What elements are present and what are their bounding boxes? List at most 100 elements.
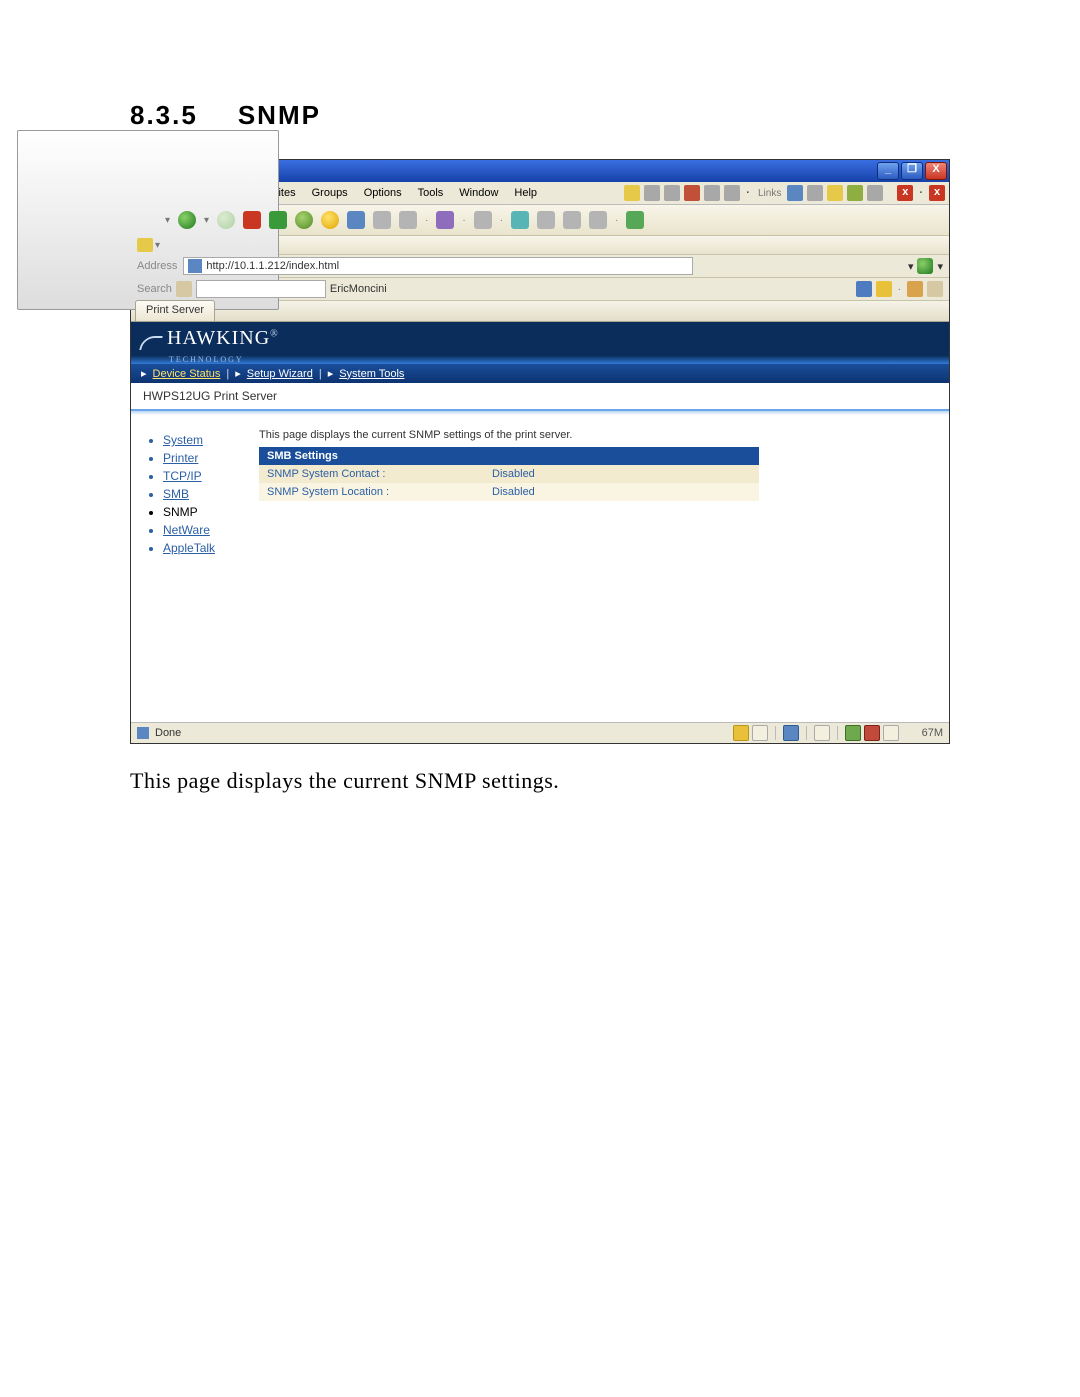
brand-wing-icon [141, 332, 163, 354]
minimize-button[interactable]: _ [877, 162, 899, 180]
close-button[interactable]: X [925, 162, 947, 180]
search-option-icon-1[interactable] [856, 281, 872, 297]
address-dropdown[interactable]: ▾ [908, 260, 914, 273]
menu-window[interactable]: Window [452, 185, 505, 201]
tray-icon-5[interactable] [845, 725, 861, 741]
mail-dropdown[interactable]: ▾ [153, 240, 162, 251]
menubar-links-label[interactable]: Links [756, 188, 783, 199]
setting-label-contact: SNMP System Contact : [259, 465, 484, 483]
tray-sep [806, 726, 807, 740]
settings-table-header: SMB Settings [259, 447, 759, 465]
breadcrumb-bullet: ▸ [235, 367, 241, 380]
menubar-tab-close-all-button[interactable]: x [929, 185, 945, 201]
tray-icon-3[interactable] [783, 725, 799, 741]
menubar-plugin-icon-6[interactable] [724, 185, 740, 201]
address-url: http://10.1.1.212/index.html [206, 260, 339, 272]
search-label: Search [137, 283, 172, 295]
toolbar-icon-7[interactable] [535, 209, 557, 231]
home-button[interactable] [293, 209, 315, 231]
tray-icon-1[interactable] [733, 725, 749, 741]
settings-panel: This page displays the current SNMP sett… [259, 429, 937, 559]
menubar-plugin-icon-2[interactable] [644, 185, 660, 201]
tray-icon-7[interactable] [883, 725, 899, 741]
breadcrumb-system-tools[interactable]: System Tools [339, 368, 404, 380]
menubar-link-icon-4[interactable] [847, 185, 863, 201]
section-title: SNMP [238, 100, 321, 130]
toolbar-icon-3[interactable] [397, 209, 419, 231]
breadcrumb-bullet: ▸ [328, 367, 334, 380]
search-input[interactable] [196, 280, 326, 298]
toolbar-icon-6[interactable] [509, 209, 531, 231]
breadcrumb-bullet: ▸ [141, 367, 147, 380]
tray-sep [775, 726, 776, 740]
back-button[interactable] [176, 209, 198, 231]
tray-icon-2[interactable] [752, 725, 768, 741]
menu-groups[interactable]: Groups [305, 185, 355, 201]
search-option-icon-2[interactable] [876, 281, 892, 297]
menubar-link-icon-3[interactable] [827, 185, 843, 201]
sidebar: System Printer TCP/IP SMB SNMP NetWare A… [143, 429, 253, 559]
menubar-plugin-icon-5[interactable] [704, 185, 720, 201]
menubar-tab-close-button[interactable]: x [897, 185, 913, 201]
sidebar-item-tcpip[interactable]: TCP/IP [163, 469, 253, 483]
menubar-link-icon-5[interactable] [867, 185, 883, 201]
toolbar-icon-2[interactable] [371, 209, 393, 231]
tab-print-server[interactable]: Print Server [135, 300, 215, 321]
breadcrumb-sep: | [319, 368, 322, 380]
favorites-button[interactable] [319, 209, 341, 231]
breadcrumb-device-status[interactable]: Device Status [153, 368, 221, 380]
brand-logo: HAWKING® TECHNOLOGY [141, 327, 279, 359]
menubar-link-icon-1[interactable] [787, 185, 803, 201]
tray-icon-4[interactable] [814, 725, 830, 741]
toolbar-icon-5[interactable] [472, 209, 494, 231]
go-dropdown[interactable]: ▾ [937, 260, 943, 273]
back-dropdown[interactable]: ▾ [202, 215, 211, 226]
search-handle: EricMoncini [330, 283, 387, 295]
document-caption: This page displays the current SNMP sett… [130, 768, 950, 794]
maximize-button[interactable]: ❐ [901, 162, 923, 180]
menubar-link-icon-2[interactable] [807, 185, 823, 201]
sidebar-item-netware[interactable]: NetWare [163, 523, 253, 537]
statusbar-number: 67M [902, 727, 943, 739]
search-option-icon-4[interactable] [927, 281, 943, 297]
search-option-icon-3[interactable] [907, 281, 923, 297]
statusbar: Done 67M [131, 722, 949, 743]
toolbar-dropdown-1[interactable]: ▾ [163, 215, 172, 226]
sidebar-item-system[interactable]: System [163, 433, 253, 447]
go-button[interactable] [917, 258, 933, 274]
toolbar-icon-8[interactable] [561, 209, 583, 231]
menu-help[interactable]: Help [507, 185, 544, 201]
tray-icon-6[interactable] [864, 725, 880, 741]
addressbar: Address http://10.1.1.212/index.html ▾ ▾ [131, 255, 949, 278]
forward-button[interactable] [215, 209, 237, 231]
stop-button[interactable] [241, 209, 263, 231]
breadcrumb-setup-wizard[interactable]: Setup Wizard [247, 368, 313, 380]
settings-table: SMB Settings SNMP System Contact : Disab… [259, 447, 759, 501]
toolbar-icon-9[interactable] [587, 209, 609, 231]
sidebar-item-appletalk[interactable]: AppleTalk [163, 541, 253, 555]
menu-tools[interactable]: Tools [411, 185, 451, 201]
new-tab-button[interactable] [137, 209, 159, 231]
statusbar-favicon-icon [137, 727, 149, 739]
address-input[interactable]: http://10.1.1.212/index.html [183, 257, 693, 275]
sidebar-item-smb[interactable]: SMB [163, 487, 253, 501]
refresh-button[interactable] [267, 209, 289, 231]
table-row: SNMP System Contact : Disabled [259, 465, 759, 483]
menu-options[interactable]: Options [357, 185, 409, 201]
sidebar-item-printer[interactable]: Printer [163, 451, 253, 465]
address-label: Address [137, 260, 177, 272]
toolbar-icon-1[interactable] [345, 209, 367, 231]
mail-icon[interactable] [137, 238, 153, 252]
page-subheader: HWPS12UG Print Server [131, 383, 949, 411]
sidebar-item-snmp[interactable]: SNMP [163, 505, 253, 519]
toolbar-icon-4[interactable] [434, 209, 456, 231]
section-heading: 8.3.5SNMP [130, 100, 950, 131]
menubar-plugin-icon-4[interactable] [684, 185, 700, 201]
menubar-plugin-icon-1[interactable] [624, 185, 640, 201]
search-engine-icon[interactable] [176, 281, 192, 297]
toolbar-icon-10[interactable] [624, 209, 646, 231]
setting-label-location: SNMP System Location : [259, 483, 484, 501]
brand-registered-icon: ® [270, 328, 279, 339]
menubar-sep: · [744, 187, 752, 199]
menubar-plugin-icon-3[interactable] [664, 185, 680, 201]
